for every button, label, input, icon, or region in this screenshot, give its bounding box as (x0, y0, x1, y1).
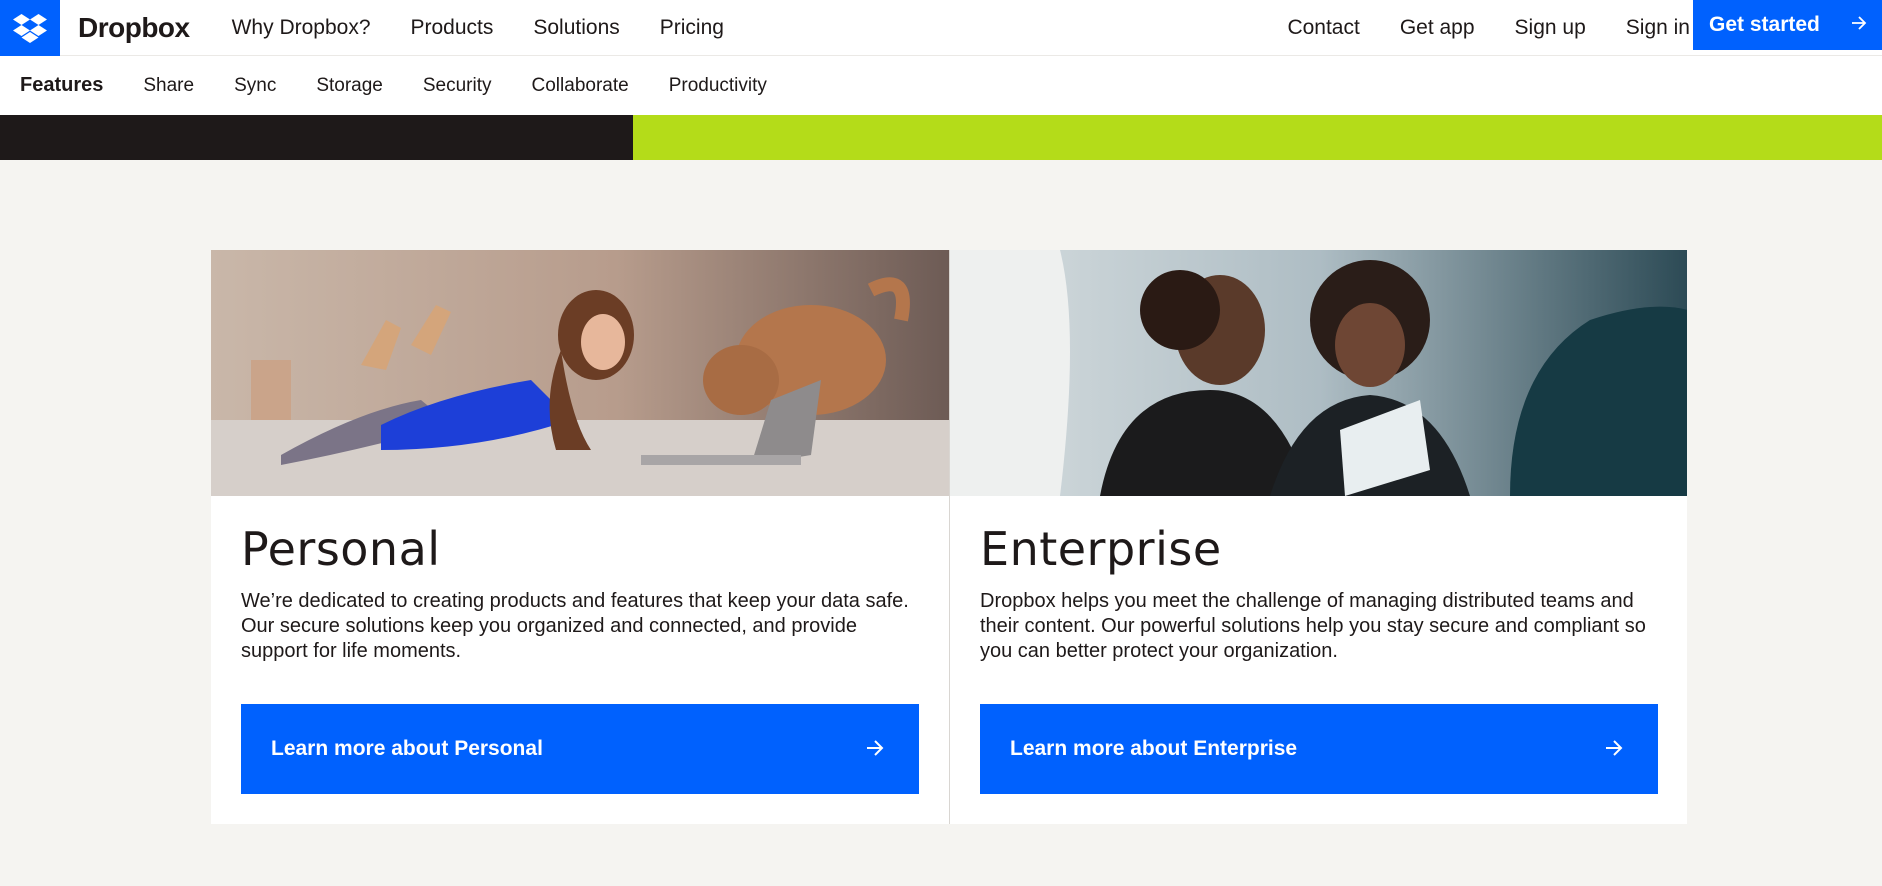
subnav-productivity[interactable]: Productivity (669, 75, 767, 97)
nav-sign-up[interactable]: Sign up (1515, 16, 1586, 40)
personal-description: We’re dedicated to creating products and… (241, 590, 909, 662)
nav-pricing[interactable]: Pricing (660, 16, 724, 40)
enterprise-hero-image (950, 250, 1687, 496)
personal-title: Personal (241, 522, 441, 576)
enterprise-title: Enterprise (980, 522, 1222, 576)
learn-more-enterprise-label: Learn more about Enterprise (1010, 737, 1298, 760)
learn-more-enterprise-button[interactable]: Learn more about Enterprise (980, 704, 1658, 794)
learn-more-personal-label: Learn more about Personal (271, 737, 543, 760)
color-band-dark (0, 115, 633, 160)
personal-hero-image (211, 250, 949, 496)
account-nav: Contact Get app Sign up Sign in (1247, 0, 1690, 56)
enterprise-description: Dropbox helps you meet the challenge of … (980, 590, 1646, 662)
subnav-sync[interactable]: Sync (234, 75, 276, 97)
nav-get-app[interactable]: Get app (1400, 16, 1475, 40)
subnav-share[interactable]: Share (143, 75, 194, 97)
get-started-label: Get started (1709, 13, 1820, 36)
arrow-right-icon (1852, 16, 1867, 30)
subnav-storage[interactable]: Storage (316, 75, 383, 97)
nav-products[interactable]: Products (411, 16, 494, 40)
arrow-right-icon (1606, 740, 1623, 756)
dropbox-glyph-icon (13, 13, 47, 43)
features-subnav: Features Share Sync Storage Security Col… (0, 56, 1882, 115)
primary-nav: Why Dropbox? Products Solutions Pricing (232, 16, 764, 40)
nav-solutions[interactable]: Solutions (533, 16, 619, 40)
nav-why-dropbox[interactable]: Why Dropbox? (232, 16, 371, 40)
dropbox-logo-icon[interactable] (0, 0, 60, 56)
brand-name[interactable]: Dropbox (78, 12, 190, 44)
color-band-lime (633, 115, 1882, 160)
personal-card: Personal We’re dedicated to creating pro… (211, 250, 949, 824)
subnav-collaborate[interactable]: Collaborate (532, 75, 629, 97)
nav-contact[interactable]: Contact (1287, 16, 1359, 40)
top-navigation: Dropbox Why Dropbox? Products Solutions … (0, 0, 1882, 56)
arrow-right-icon (867, 740, 884, 756)
subnav-security[interactable]: Security (423, 75, 492, 97)
get-started-button[interactable]: Get started (1693, 0, 1882, 50)
nav-sign-in[interactable]: Sign in (1626, 16, 1690, 40)
learn-more-personal-button[interactable]: Learn more about Personal (241, 704, 919, 794)
enterprise-card: Enterprise Dropbox helps you meet the ch… (949, 250, 1687, 824)
subnav-title: Features (20, 74, 104, 96)
